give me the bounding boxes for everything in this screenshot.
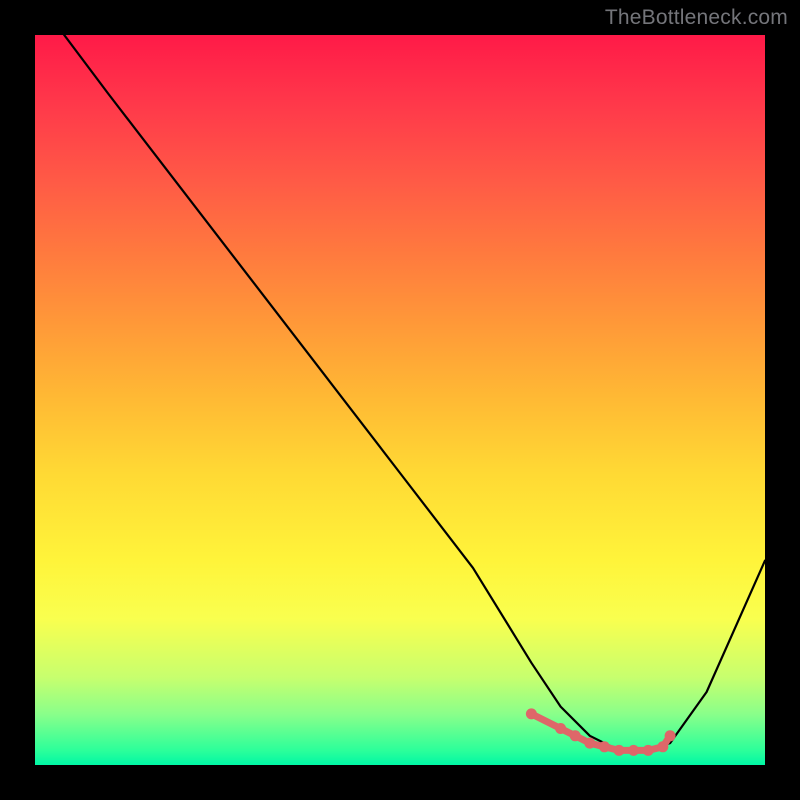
bottleneck-curve bbox=[64, 35, 765, 750]
chart-container: TheBottleneck.com bbox=[0, 0, 800, 800]
plot-area bbox=[35, 35, 765, 765]
chart-svg bbox=[35, 35, 765, 765]
optimal-range-markers bbox=[526, 708, 676, 756]
watermark-label: TheBottleneck.com bbox=[605, 6, 788, 30]
